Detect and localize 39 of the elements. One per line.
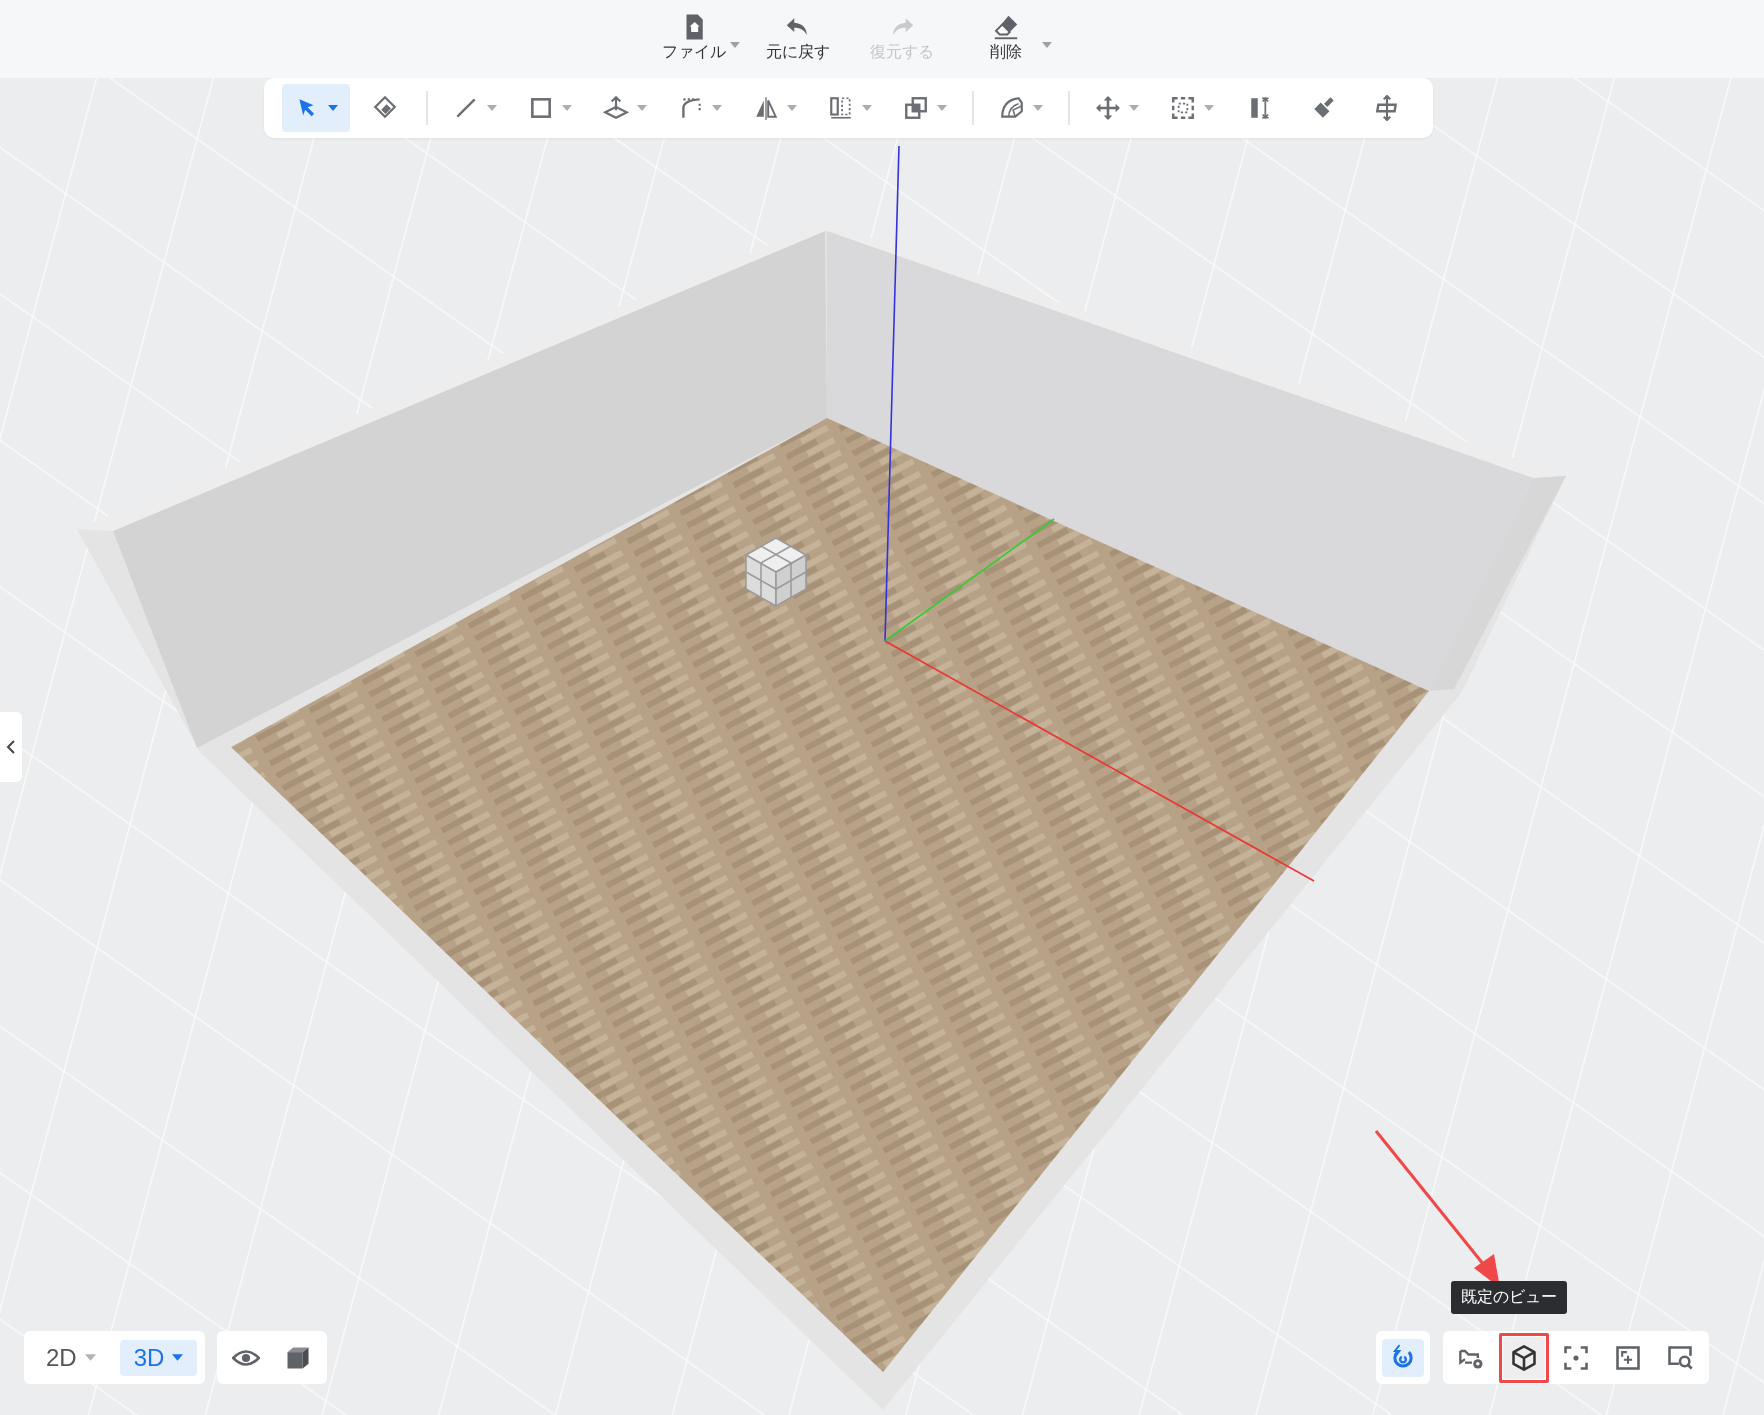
menu-item[interactable]: ファイル [646, 10, 742, 78]
push-pull-icon [602, 95, 629, 121]
scale-icon [1169, 95, 1196, 121]
zoom-search-icon [1666, 1343, 1694, 1372]
tool-button[interactable] [281, 84, 350, 132]
side-panel-tab[interactable] [0, 712, 22, 782]
elbow-icon [998, 95, 1025, 121]
view-mode-button[interactable]: 2D [32, 1339, 110, 1376]
caret-icon [730, 42, 740, 48]
zoom-region-icon [1614, 1343, 1642, 1372]
caret-icon [1128, 105, 1139, 111]
chevron-left-icon [6, 739, 16, 755]
caret-icon [1042, 42, 1052, 48]
view-mode-button[interactable]: 3D [119, 1339, 198, 1376]
caret-icon [172, 1354, 184, 1361]
move-icon [1094, 95, 1121, 121]
caret-icon [861, 105, 872, 111]
caret-icon [711, 105, 722, 111]
tooltip: 既定のビュー [1451, 1280, 1567, 1314]
array-icon [827, 95, 854, 121]
caret-icon [636, 105, 647, 111]
caret-icon [786, 105, 797, 111]
caret-icon [84, 1354, 96, 1361]
focus-icon [1562, 1343, 1590, 1372]
menu-item[interactable]: 削除 [958, 10, 1054, 78]
caret-icon [486, 105, 497, 111]
snap-button[interactable] [1382, 1338, 1424, 1377]
caret-icon [327, 105, 338, 111]
caret-icon [1203, 105, 1214, 111]
view-tool-button[interactable] [1503, 1336, 1545, 1379]
menu-item[interactable]: 元に戻す [750, 10, 846, 78]
caret-icon [936, 105, 947, 111]
cube-icon [1510, 1343, 1538, 1372]
copy-icon [902, 95, 929, 121]
highlight-frame [1499, 1332, 1549, 1383]
cube-model [744, 537, 808, 608]
caret-icon [1032, 105, 1043, 111]
align-icon [1373, 95, 1400, 121]
caret-icon [561, 105, 572, 111]
